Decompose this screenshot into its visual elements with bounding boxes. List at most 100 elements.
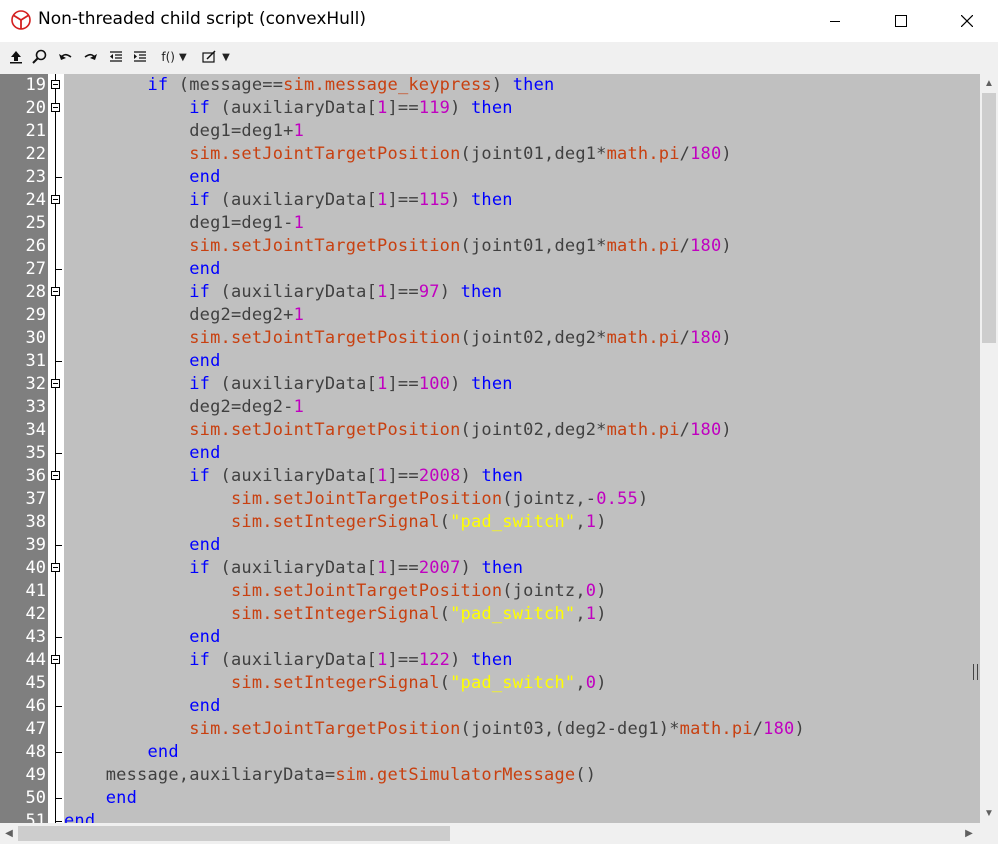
redo-button[interactable]: [80, 47, 100, 67]
code-text[interactable]: sim.setIntegerSignal("pad_switch",0): [64, 672, 607, 695]
code-token: (joint02,deg2*: [460, 328, 607, 348]
code-line: 39 end: [0, 534, 980, 557]
code-text[interactable]: end: [64, 787, 137, 810]
scroll-left-button[interactable]: ◀: [0, 824, 18, 842]
fold-toggle-icon[interactable]: [51, 103, 60, 112]
fold-end-marker: [56, 798, 62, 799]
code-token: sim.setIntegerSignal: [230, 673, 440, 693]
code-token: ): [596, 581, 607, 601]
maximize-button[interactable]: [878, 0, 924, 42]
code-text[interactable]: if (message==sim.message_keypress) then: [64, 74, 554, 97]
upload-button[interactable]: [6, 47, 26, 67]
code-token: math.pi: [606, 236, 680, 256]
code-line: 45 sim.setIntegerSignal("pad_switch",0): [0, 672, 980, 695]
close-button[interactable]: [944, 0, 990, 42]
code-editor[interactable]: 19 if (message==sim.message_keypress) th…: [0, 74, 998, 823]
line-number: 34: [25, 420, 46, 440]
code-token: (): [575, 765, 597, 785]
line-number: 35: [25, 443, 46, 463]
code-text[interactable]: if (auxiliaryData[1]==122) then: [64, 649, 513, 672]
code-token: then: [471, 650, 513, 670]
code-text[interactable]: sim.setJointTargetPosition(jointz,0): [64, 580, 607, 603]
code-text[interactable]: message,auxiliaryData=sim.getSimulatorMe…: [64, 764, 596, 787]
fold-toggle-icon[interactable]: [51, 80, 60, 89]
functions-dropdown[interactable]: f() ▼: [156, 47, 192, 67]
code-text[interactable]: end: [64, 442, 221, 465]
code-text[interactable]: end: [64, 695, 221, 718]
horizontal-scroll-thumb[interactable]: [18, 826, 450, 841]
toolbar: f() ▼ ▼: [0, 42, 998, 74]
fold-toggle-icon[interactable]: [51, 471, 60, 480]
snippets-dropdown[interactable]: ▼: [198, 47, 234, 67]
chevron-down-icon: ▼: [178, 51, 187, 63]
scroll-right-button[interactable]: ▶: [960, 824, 978, 842]
fold-toggle-icon[interactable]: [51, 563, 60, 572]
code-token: (auxiliaryData[: [210, 466, 378, 486]
code-text[interactable]: sim.setJointTargetPosition(jointz,-0.55): [64, 488, 648, 511]
code-text[interactable]: sim.setJointTargetPosition(joint01,deg1*…: [64, 235, 732, 258]
code-text[interactable]: sim.setJointTargetPosition(joint03,(deg2…: [64, 718, 805, 741]
code-text[interactable]: end: [64, 166, 221, 189]
code-token: math.pi: [606, 420, 680, 440]
code-token: ): [637, 489, 649, 509]
fold-end-marker: [56, 269, 62, 270]
fold-toggle-icon[interactable]: [51, 379, 60, 388]
unindent-button[interactable]: [106, 47, 126, 67]
indent-button[interactable]: [130, 47, 150, 67]
code-text[interactable]: sim.setJointTargetPosition(joint01,deg1*…: [64, 143, 732, 166]
code-line: 38 sim.setIntegerSignal("pad_switch",1): [0, 511, 980, 534]
code-text[interactable]: if (auxiliaryData[1]==115) then: [64, 189, 513, 212]
upload-icon: [10, 51, 22, 64]
code-token: 1: [377, 374, 388, 394]
code-line: 40 if (auxiliaryData[1]==2007) then: [0, 557, 980, 580]
code-text[interactable]: deg1=deg1-1: [64, 212, 304, 235]
minimize-button[interactable]: [812, 0, 858, 42]
code-text[interactable]: end: [64, 258, 221, 281]
code-text[interactable]: end: [64, 741, 179, 764]
fold-toggle-icon[interactable]: [51, 287, 60, 296]
code-line: 36 if (auxiliaryData[1]==2008) then: [0, 465, 980, 488]
fold-toggle-icon[interactable]: [51, 655, 60, 664]
code-text[interactable]: deg2=deg2-1: [64, 396, 304, 419]
code-text[interactable]: if (auxiliaryData[1]==97) then: [64, 281, 502, 304]
scroll-down-button[interactable]: ▼: [980, 804, 998, 822]
code-token: (joint01,deg1*: [460, 144, 607, 164]
scroll-up-arrow-icon: ▲: [984, 77, 994, 89]
code-token: deg1=deg1-: [64, 213, 294, 233]
code-text[interactable]: deg2=deg2+1: [64, 304, 304, 327]
line-number: 40: [25, 558, 46, 578]
vertical-scroll-thumb[interactable]: [982, 93, 996, 343]
code-text[interactable]: deg1=deg1+1: [64, 120, 304, 143]
scroll-up-button[interactable]: ▲: [980, 74, 998, 92]
code-text[interactable]: sim.setIntegerSignal("pad_switch",1): [64, 603, 607, 626]
undo-button[interactable]: [56, 47, 76, 67]
code-text[interactable]: if (auxiliaryData[1]==2008) then: [64, 465, 523, 488]
code-text[interactable]: end: [64, 810, 95, 823]
code-text[interactable]: if (auxiliaryData[1]==2007) then: [64, 557, 523, 580]
code-text[interactable]: sim.setJointTargetPosition(joint02,deg2*…: [64, 419, 732, 442]
code-token: sim.setJointTargetPosition: [189, 328, 461, 348]
search-button[interactable]: [30, 47, 50, 67]
code-text[interactable]: sim.setJointTargetPosition(joint02,deg2*…: [64, 327, 732, 350]
code-token: sim.setJointTargetPosition: [189, 144, 461, 164]
code-text[interactable]: if (auxiliaryData[1]==100) then: [64, 373, 513, 396]
code-token: end: [147, 742, 179, 762]
code-text[interactable]: if (auxiliaryData[1]==119) then: [64, 97, 513, 120]
code-text[interactable]: end: [64, 626, 221, 649]
fold-toggle-icon[interactable]: [51, 195, 60, 204]
code-token: "pad_switch": [450, 604, 576, 624]
code-token: 180: [690, 420, 722, 440]
code-text[interactable]: end: [64, 350, 221, 373]
code-token: /: [752, 719, 764, 739]
code-text[interactable]: end: [64, 534, 221, 557]
code-token: ): [596, 673, 607, 693]
code-token: /: [679, 144, 691, 164]
fold-end-marker: [56, 361, 62, 362]
code-token: end: [189, 535, 221, 555]
code-text[interactable]: sim.setIntegerSignal("pad_switch",1): [64, 511, 607, 534]
